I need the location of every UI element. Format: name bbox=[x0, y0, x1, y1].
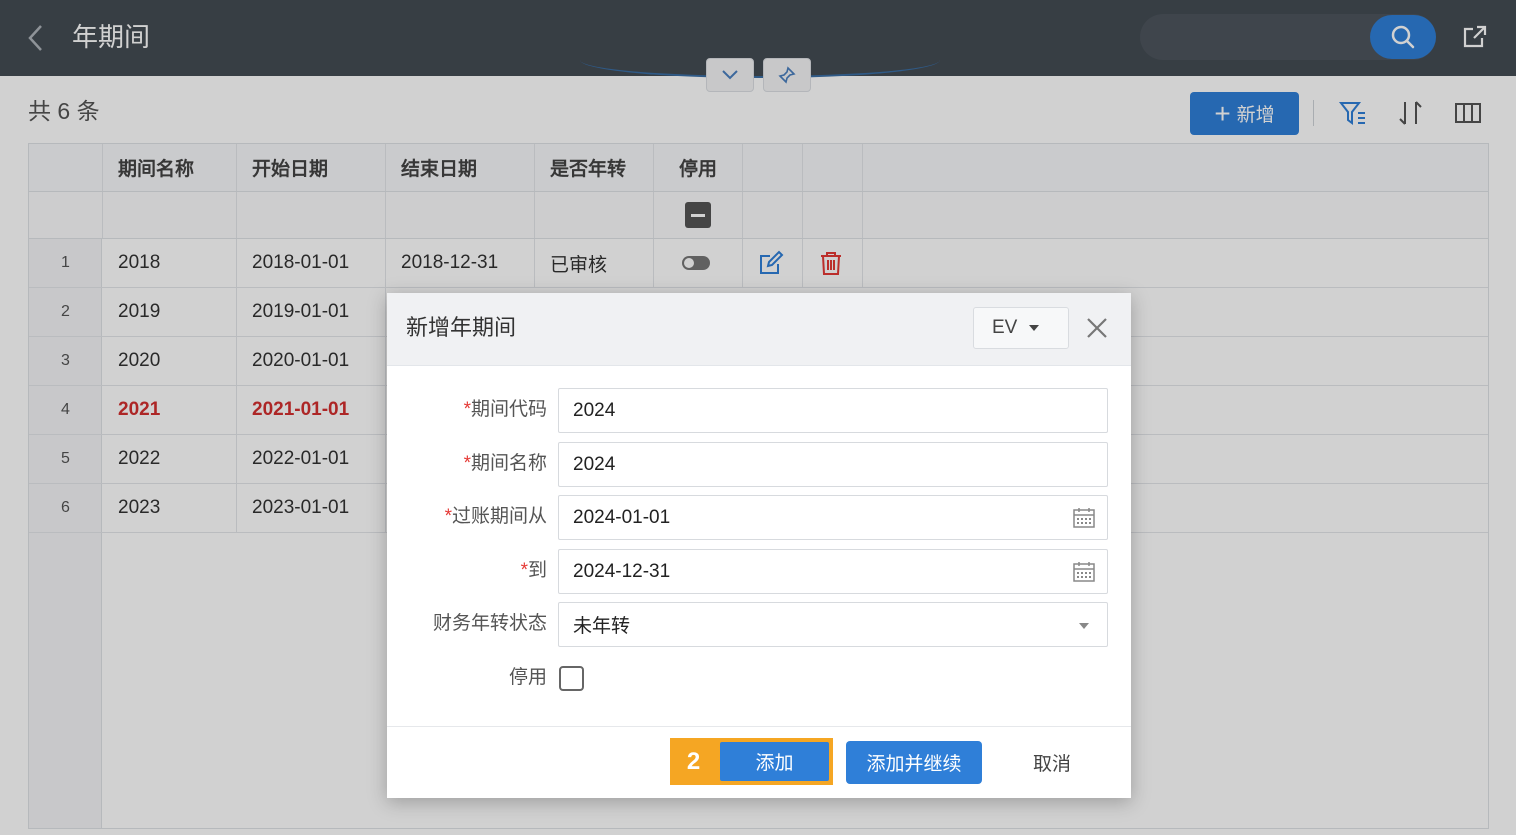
period-code-label-text: 期间代码 bbox=[470, 399, 547, 420]
required-mark: * bbox=[463, 453, 471, 474]
disabled-checkbox[interactable] bbox=[559, 666, 584, 691]
caret-down-icon bbox=[1029, 325, 1040, 331]
yearturn-status-value: 未年转 bbox=[573, 616, 631, 637]
language-select[interactable]: EV bbox=[973, 307, 1069, 349]
cancel-button[interactable]: 取消 bbox=[999, 741, 1105, 784]
calendar-icon[interactable] bbox=[1073, 507, 1095, 529]
period-name-input[interactable]: 2024 bbox=[558, 442, 1108, 487]
step-number: 2 bbox=[686, 747, 701, 775]
period-name-label: *期间名称 bbox=[387, 451, 547, 477]
yearturn-status-select[interactable]: 未年转 bbox=[558, 602, 1108, 647]
close-icon bbox=[1087, 318, 1107, 338]
period-code-value: 2024 bbox=[573, 399, 616, 421]
required-mark: * bbox=[444, 506, 452, 527]
posting-from-value: 2024-01-01 bbox=[573, 506, 671, 528]
dialog-header: 新增年期间 EV bbox=[387, 293, 1131, 366]
period-code-input[interactable]: 2024 bbox=[558, 388, 1108, 433]
posting-to-input[interactable]: 2024-12-31 bbox=[558, 549, 1108, 594]
caret-down-icon bbox=[1079, 623, 1089, 629]
period-name-label-text: 期间名称 bbox=[470, 453, 547, 474]
posting-to-value: 2024-12-31 bbox=[573, 560, 671, 582]
posting-to-label: *到 bbox=[387, 558, 547, 584]
dialog-title: 新增年期间 bbox=[406, 315, 517, 340]
period-code-label: *期间代码 bbox=[387, 397, 547, 423]
posting-from-label-text: 过账期间从 bbox=[451, 506, 547, 527]
posting-from-input[interactable]: 2024-01-01 bbox=[558, 495, 1108, 540]
disabled-label: 停用 bbox=[508, 667, 547, 688]
yearturn-status-label: 财务年转状态 bbox=[432, 613, 547, 634]
add-button[interactable]: 添加 bbox=[720, 742, 829, 781]
add-and-continue-button[interactable]: 添加并继续 bbox=[846, 741, 982, 784]
required-mark: * bbox=[520, 560, 528, 581]
period-name-value: 2024 bbox=[573, 453, 616, 475]
add-period-dialog: 新增年期间 EV *期间代码 2024 *期间名称 2024 *过账期间从 20… bbox=[387, 293, 1131, 798]
calendar-icon[interactable] bbox=[1073, 561, 1095, 583]
posting-from-label: *过账期间从 bbox=[387, 504, 547, 530]
close-button[interactable] bbox=[1084, 315, 1110, 341]
posting-to-label-text: 到 bbox=[527, 560, 547, 581]
required-mark: * bbox=[463, 399, 471, 420]
language-value: EV bbox=[992, 317, 1018, 338]
